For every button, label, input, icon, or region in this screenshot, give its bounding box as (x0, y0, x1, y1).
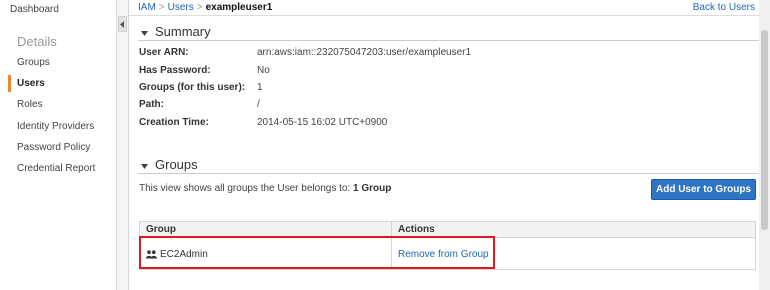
groups-note: This view shows all groups the User belo… (139, 183, 391, 194)
has-password-value: No (257, 65, 270, 76)
sidebar-details-heading: Details (17, 34, 57, 49)
path-label: Path: (139, 99, 164, 110)
has-password-label: Has Password: (139, 65, 211, 76)
sidebar-item-password-policy[interactable]: Password Policy (17, 142, 90, 153)
user-arn-label: User ARN: (139, 47, 189, 58)
sidebar-collapse-strip (117, 0, 129, 290)
sidebar-item-credential-report[interactable]: Credential Report (17, 163, 95, 174)
sidebar: Dashboard Details Groups Users Roles Ide… (0, 0, 116, 290)
breadcrumb-current: exampleuser1 (205, 2, 273, 13)
add-user-to-groups-button[interactable]: Add User to Groups (651, 179, 756, 200)
sidebar-item-dashboard[interactable]: Dashboard (10, 4, 59, 15)
sidebar-item-users[interactable]: Users (17, 78, 45, 89)
column-header-group[interactable]: Group (146, 224, 176, 235)
path-value: / (257, 99, 260, 110)
creation-time-label: Creation Time: (139, 117, 209, 128)
groups-count-label: Groups (for this user): (139, 82, 246, 93)
back-to-users-link[interactable]: Back to Users (693, 2, 755, 13)
breadcrumb-users-link[interactable]: Users (168, 2, 194, 13)
header-divider (129, 15, 770, 16)
scrollbar-thumb[interactable] (761, 30, 768, 230)
vertical-scrollbar[interactable] (759, 0, 770, 290)
summary-title: Summary (155, 24, 211, 39)
creation-time-value: 2014-05-15 16:02 UTC+0900 (257, 117, 388, 128)
groups-note-text: This view shows all groups the User belo… (139, 183, 351, 194)
user-arn-value: arn:aws:iam::232075047203:user/exampleus… (257, 47, 472, 58)
groups-section-toggle[interactable]: Groups (141, 157, 198, 172)
groups-table: Group Actions EC2Admin Remove from Group (139, 221, 756, 270)
breadcrumb-iam-link[interactable]: IAM (138, 2, 156, 13)
table-row-group-cell: EC2Admin (146, 249, 208, 260)
users-icon (146, 250, 157, 259)
groups-count-value: 1 (257, 82, 263, 93)
column-header-actions: Actions (398, 224, 435, 235)
remove-from-group-link[interactable]: Remove from Group (398, 249, 489, 260)
caret-down-icon (141, 24, 148, 39)
chevron-left-icon (120, 20, 124, 28)
sidebar-active-indicator (8, 75, 11, 92)
breadcrumb-separator: > (196, 2, 203, 13)
collapse-sidebar-button[interactable] (118, 16, 127, 32)
groups-note-count: 1 Group (353, 183, 392, 194)
groups-title: Groups (155, 157, 198, 172)
main-content: IAM > Users > exampleuser1 Back to Users Sum… (129, 0, 770, 290)
groups-divider (138, 173, 760, 174)
summary-section-toggle[interactable]: Summary (141, 24, 211, 39)
breadcrumb: IAM > Users > exampleuser1 (138, 2, 272, 13)
group-name[interactable]: EC2Admin (160, 249, 208, 260)
breadcrumb-separator: > (158, 2, 165, 13)
summary-divider (138, 40, 760, 41)
sidebar-item-roles[interactable]: Roles (17, 99, 43, 110)
sidebar-item-groups[interactable]: Groups (17, 57, 50, 68)
column-divider (391, 222, 392, 269)
sidebar-item-identity-providers[interactable]: Identity Providers (17, 121, 94, 132)
table-header: Group Actions (140, 222, 755, 238)
caret-down-icon (141, 157, 148, 172)
